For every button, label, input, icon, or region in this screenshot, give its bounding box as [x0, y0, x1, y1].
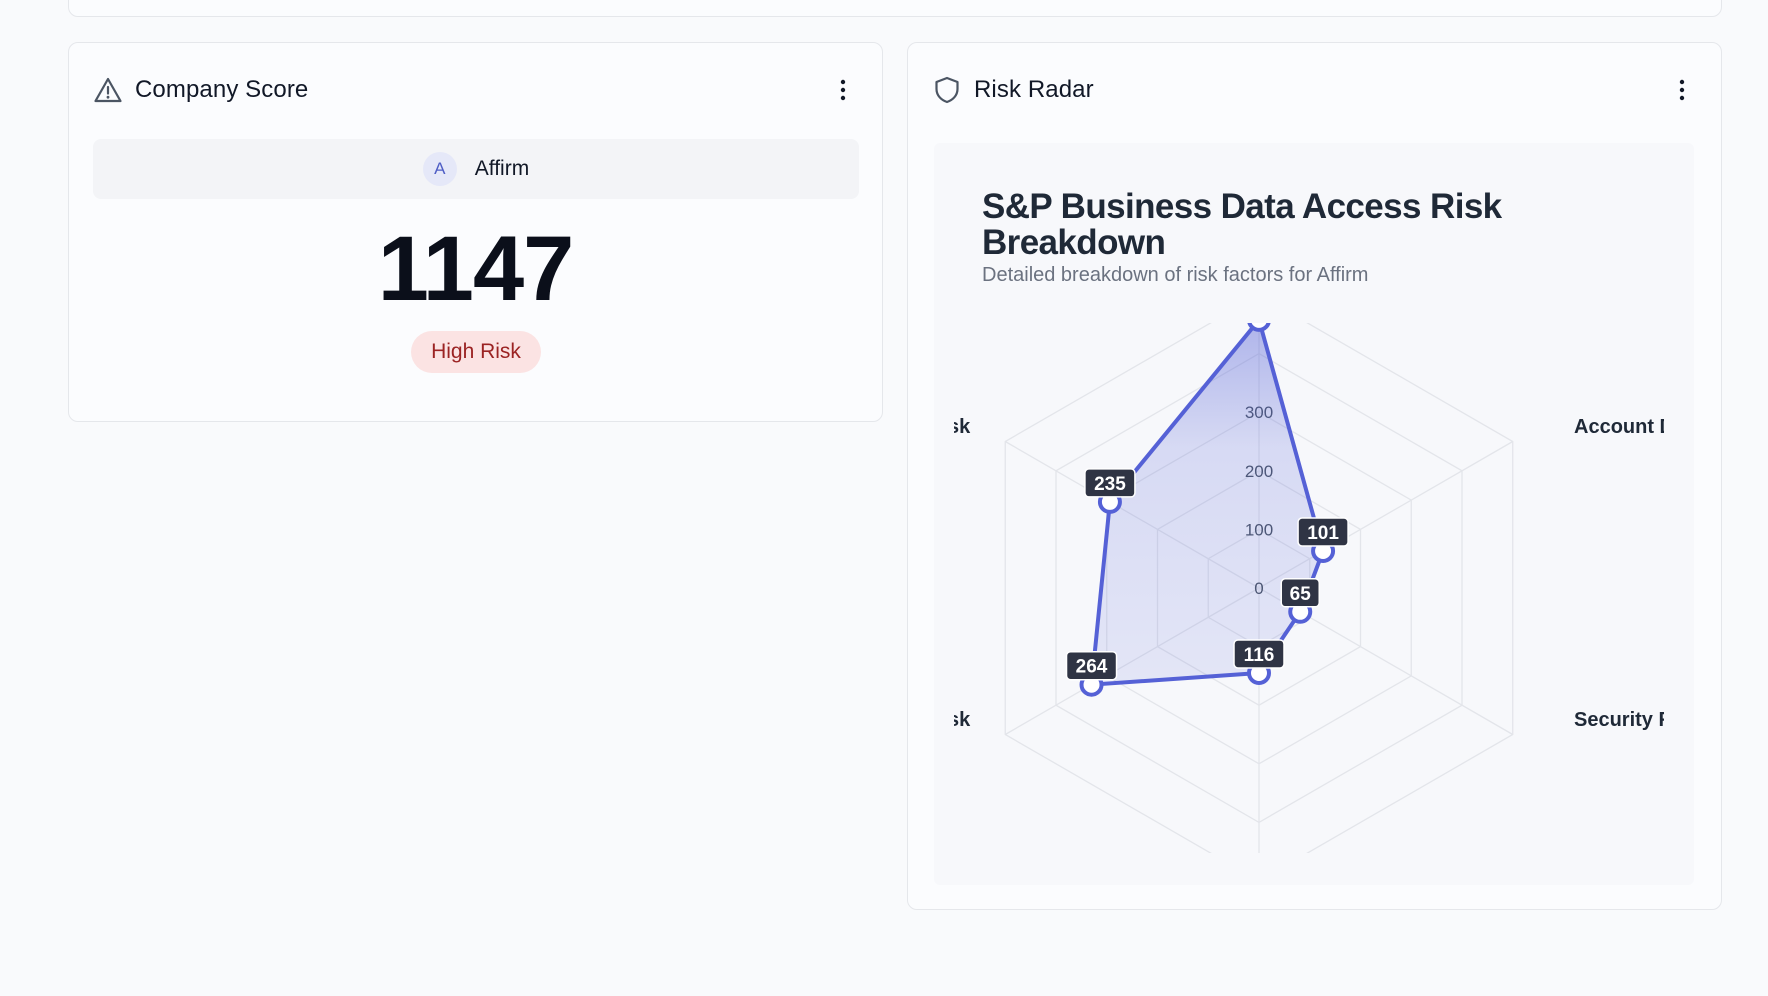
data-label: 235 — [1094, 474, 1126, 495]
data-label: 264 — [1076, 657, 1108, 678]
chart-subtitle: Detailed breakdown of risk factors for A… — [982, 264, 1369, 286]
company-score-header: Company Score — [93, 75, 858, 105]
risk-radar-card: Risk Radar S&P Business Data Access Risk… — [907, 42, 1722, 910]
radar-chart-panel: S&P Business Data Access Risk Breakdown … — [934, 143, 1694, 885]
data-point — [1247, 323, 1271, 332]
kebab-menu-icon[interactable] — [1667, 75, 1697, 105]
radar-chart: 010020030036610165116264235 Account DSec… — [954, 323, 1664, 853]
data-label: 116 — [1244, 645, 1275, 666]
kebab-menu-icon[interactable] — [828, 75, 858, 105]
data-label: 65 — [1290, 584, 1312, 605]
company-name: Affirm — [474, 157, 530, 180]
risk-level-badge: High Risk — [411, 331, 541, 373]
risk-radar-header: Risk Radar — [932, 75, 1697, 105]
shield-icon — [932, 75, 962, 105]
company-score-card: Company Score A Affirm 1147 High Risk — [68, 42, 883, 422]
axis-label: sk — [954, 709, 971, 731]
warning-triangle-icon — [93, 75, 123, 105]
score-value: 1147 — [377, 218, 575, 320]
company-selector[interactable]: A Affirm — [93, 139, 859, 199]
axis-label: Account D — [1574, 416, 1664, 438]
axis-label: sk — [954, 416, 971, 438]
data-label: 101 — [1307, 523, 1339, 544]
company-avatar: A — [422, 152, 457, 186]
axis-label: Security F — [1574, 709, 1664, 731]
card-title: Risk Radar — [974, 76, 1094, 103]
card-title: Company Score — [135, 76, 309, 103]
top-card-edge — [68, 0, 1722, 17]
series-area — [1089, 323, 1326, 687]
chart-title: S&P Business Data Access Risk Breakdown — [982, 187, 1502, 262]
